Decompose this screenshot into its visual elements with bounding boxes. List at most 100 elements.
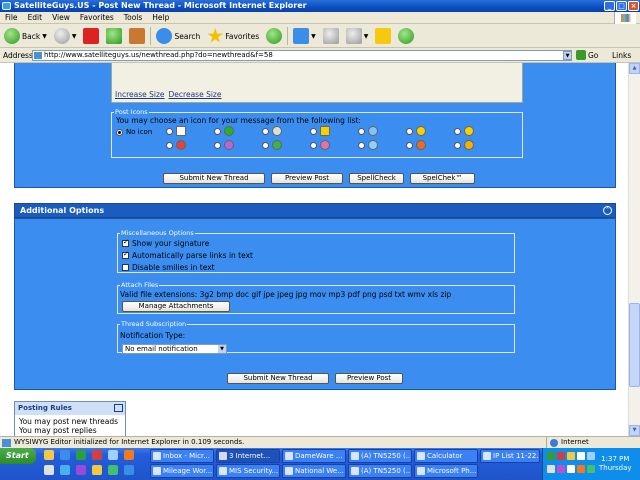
address-input[interactable]: http://www.satelliteguys.us/newthread.ph… [32, 50, 572, 61]
increase-size-link[interactable]: Increase Size [115, 90, 165, 99]
tray-icon[interactable] [557, 465, 565, 473]
quicklaunch-icon[interactable] [108, 465, 118, 475]
menu-favorites[interactable]: Favorites [75, 12, 119, 24]
icon-option-redface[interactable] [262, 140, 282, 150]
notification-type-select[interactable]: No email notification ▼ [122, 344, 227, 354]
tray-icon[interactable] [567, 452, 575, 460]
discuss-button[interactable] [373, 26, 393, 46]
window-controls: _ □ × [604, 1, 639, 11]
tray-icon[interactable] [577, 465, 585, 473]
close-button[interactable]: × [628, 1, 639, 11]
edit-button[interactable]: ▼ [344, 26, 371, 46]
tray-icon[interactable] [547, 452, 555, 460]
quicklaunch-icon[interactable] [76, 465, 86, 475]
task-tn5250-b[interactable]: (A) TN5250 (... [348, 464, 412, 478]
icon-option-question[interactable] [358, 126, 378, 136]
menu-tools[interactable]: Tools [119, 12, 147, 24]
preview-post-button-bottom[interactable]: Preview Post [335, 373, 403, 384]
task-microsoft-photo[interactable]: Microsoft Ph... [414, 464, 478, 478]
media-button[interactable] [264, 26, 284, 46]
collapse-icon[interactable]: ⌃ [603, 206, 612, 215]
quicklaunch-icon[interactable] [108, 450, 118, 460]
forward-button[interactable]: ▼ [52, 26, 79, 46]
task-mis-security[interactable]: MIS Security... [216, 464, 280, 478]
submit-new-thread-button-bottom[interactable]: Submit New Thread [227, 373, 329, 384]
speaker-icon[interactable] [567, 465, 575, 473]
scrollbar-thumb[interactable] [629, 303, 640, 387]
quicklaunch-icon[interactable] [92, 450, 102, 460]
icon-option-frown[interactable] [214, 140, 234, 150]
task-calculator[interactable]: Calculator [414, 449, 478, 463]
icon-option-exclamation[interactable] [310, 126, 330, 136]
task-dameware[interactable]: DameWare ... [282, 449, 346, 463]
icon-option-lightbulb[interactable] [262, 126, 282, 136]
address-dropdown[interactable]: ▼ [563, 51, 572, 60]
mail-button[interactable]: ▼ [291, 26, 318, 46]
quicklaunch-icon[interactable] [60, 465, 70, 475]
task-national-weather[interactable]: National We... [282, 464, 346, 478]
task-ip-list[interactable]: IP List 11-22... [480, 449, 540, 463]
disable-smilies-checkbox[interactable] [122, 264, 129, 271]
parse-links-checkbox[interactable] [122, 250, 129, 259]
home-button[interactable] [127, 26, 147, 46]
scroll-down-arrow[interactable]: ▼ [629, 425, 640, 436]
decrease-size-link[interactable]: Decrease Size [169, 90, 222, 99]
print-button[interactable] [321, 26, 341, 46]
spelchek-button[interactable]: SpelChek™ [410, 173, 475, 184]
collapse-icon[interactable] [114, 404, 123, 412]
manage-attachments-button[interactable]: Manage Attachments [122, 301, 230, 312]
quicklaunch-icon[interactable] [44, 465, 54, 475]
quicklaunch-icon[interactable] [124, 465, 134, 475]
task-tn5250-a[interactable]: (A) TN5250 (... [348, 449, 412, 463]
icon-option-cool[interactable] [406, 126, 426, 136]
icon-option-arrow[interactable] [214, 126, 234, 136]
tray-icon[interactable] [587, 465, 595, 473]
disable-smilies-option[interactable]: Disable smilies in text [122, 263, 215, 272]
search-button[interactable]: Search [154, 26, 202, 46]
back-button[interactable]: Back ▼ [2, 26, 49, 46]
menu-file[interactable]: File [0, 12, 23, 24]
quicklaunch-icon[interactable] [60, 450, 70, 460]
start-button[interactable]: Start [0, 448, 36, 464]
task-inbox[interactable]: Inbox - Micr... [150, 449, 214, 463]
radio-selected[interactable] [116, 128, 123, 136]
vertical-scrollbar[interactable]: ▲ ▼ [628, 63, 640, 436]
tray-icon[interactable] [577, 452, 585, 460]
tray-icon[interactable] [547, 465, 555, 473]
scroll-up-arrow[interactable]: ▲ [629, 63, 640, 74]
icon-option-mad[interactable] [454, 140, 474, 150]
show-signature-option[interactable]: Show your signature [122, 238, 209, 248]
icon-option-biggrin[interactable] [310, 140, 330, 150]
maximize-button[interactable]: □ [616, 1, 627, 11]
links-toolbar[interactable]: Links [612, 51, 631, 60]
icon-option-thumbs[interactable] [406, 140, 426, 150]
task-internet[interactable]: 3 Internet... [216, 449, 280, 463]
task-mileage[interactable]: Mileage Wor... [150, 464, 214, 478]
icon-option-page[interactable] [166, 126, 186, 136]
parse-links-option[interactable]: Automatically parse links in text [122, 250, 253, 260]
icon-option-smile[interactable] [454, 126, 474, 136]
quicklaunch-icon[interactable] [92, 465, 102, 475]
icon-option-wink[interactable] [358, 140, 378, 150]
preview-post-button[interactable]: Preview Post [271, 173, 343, 184]
icon-option-angry[interactable] [166, 140, 186, 150]
icon-option-none[interactable]: No icon [116, 128, 152, 136]
quicklaunch-icon[interactable] [124, 450, 134, 460]
minimize-button[interactable]: _ [604, 1, 615, 11]
menu-view[interactable]: View [47, 12, 75, 24]
refresh-button[interactable] [104, 26, 124, 46]
quicklaunch-icon[interactable] [44, 450, 54, 460]
messenger-button[interactable] [396, 26, 416, 46]
tray-icon[interactable] [587, 452, 595, 460]
quicklaunch-icon[interactable] [76, 450, 86, 460]
taskbar-clock[interactable]: 1:37 PM Thursday [599, 455, 632, 473]
submit-new-thread-button[interactable]: Submit New Thread [163, 173, 265, 184]
tray-icon[interactable] [557, 452, 565, 460]
favorites-button[interactable]: Favorites [205, 26, 261, 46]
signature-checkbox[interactable] [122, 238, 129, 247]
stop-button[interactable] [81, 26, 101, 46]
go-button[interactable]: Go [576, 50, 598, 60]
menu-help[interactable]: Help [147, 12, 174, 24]
spellcheck-button[interactable]: SpellCheck [349, 173, 404, 184]
menu-edit[interactable]: Edit [23, 12, 48, 24]
